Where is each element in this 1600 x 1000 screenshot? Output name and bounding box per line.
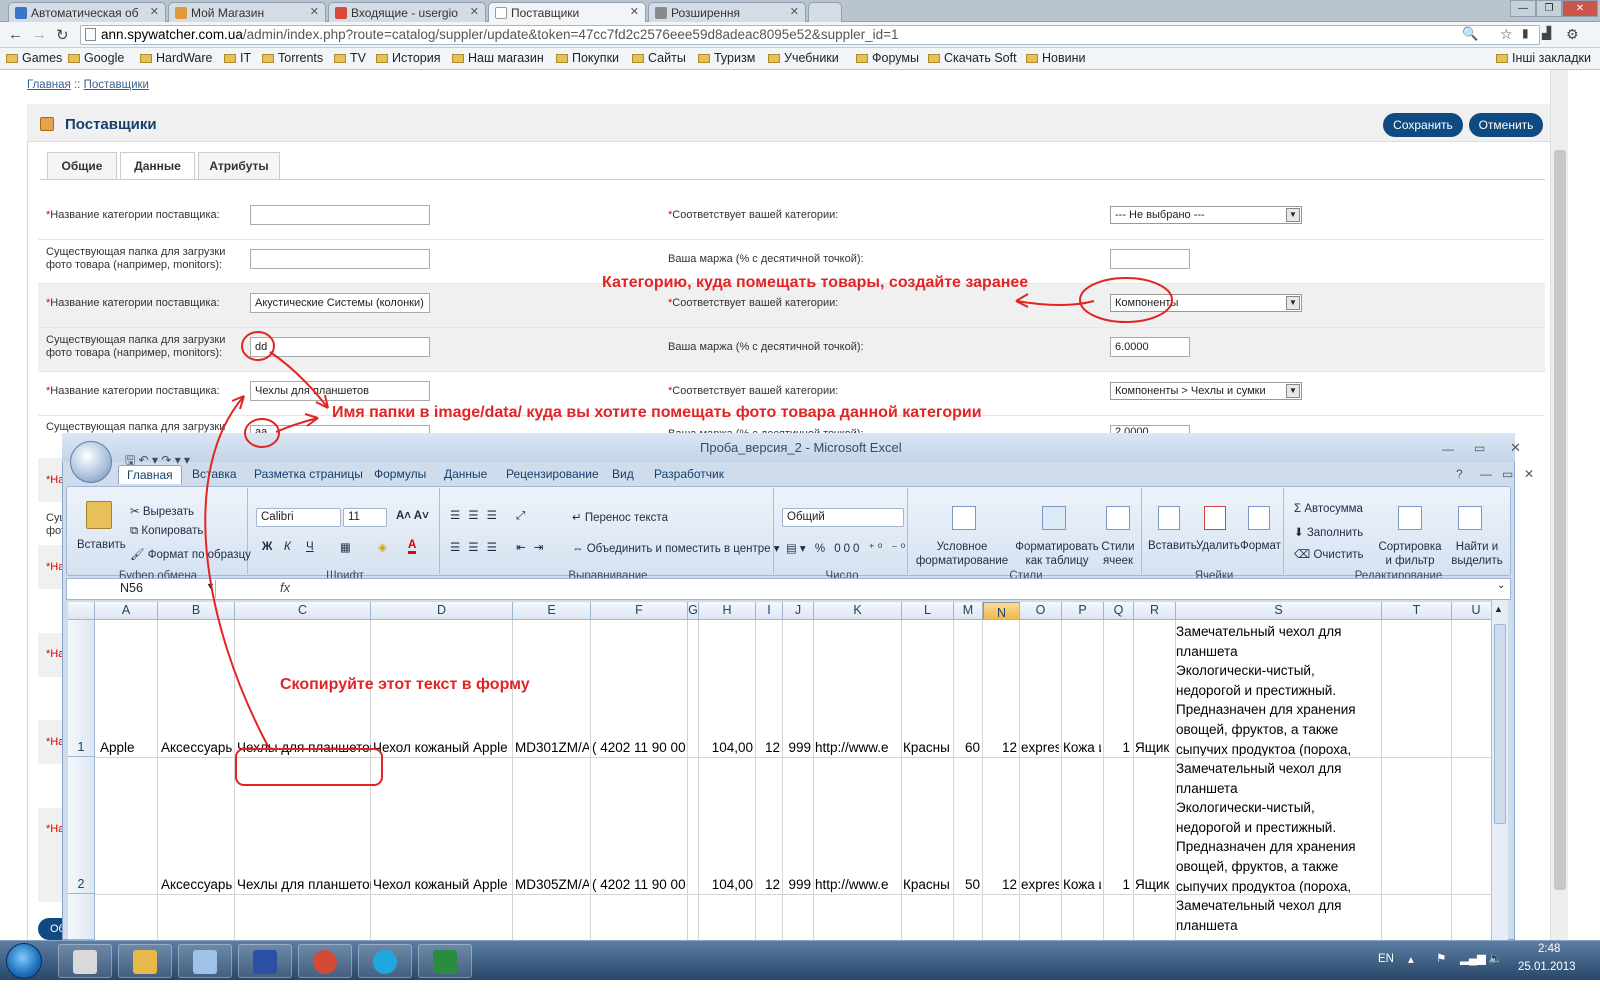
annotation-arrow <box>1015 293 1029 308</box>
annotation-copy-note: Скопируйте этот текст в форму <box>280 676 530 693</box>
network-icon[interactable]: ▂▄▆ <box>1460 951 1486 965</box>
taskbar-app-notepad[interactable] <box>178 944 232 978</box>
volume-icon[interactable]: 🔈 <box>1488 951 1502 965</box>
taskbar-app-explorer[interactable] <box>118 944 172 978</box>
annotation-arrow <box>275 417 319 433</box>
floppy-icon <box>253 950 277 974</box>
calculator-icon <box>73 950 97 974</box>
taskbar-app-skype[interactable] <box>358 944 412 978</box>
language-indicator[interactable]: EN <box>1378 953 1394 965</box>
annotation-overlay <box>204 277 1173 786</box>
taskbar-app-excel[interactable] <box>418 944 472 978</box>
flag-icon[interactable]: ⚑ <box>1436 951 1446 965</box>
annotation-category-note: Категорию, куда помещать товары, создайт… <box>602 274 1029 291</box>
annotation-arrow <box>269 351 329 409</box>
annotation-arrow <box>1015 300 1095 306</box>
annotation-folder-note: Имя папки в image/data/ куда вы хотите п… <box>332 404 982 421</box>
annotation-arrow <box>204 395 271 751</box>
start-button[interactable] <box>6 943 42 979</box>
clock-time[interactable]: 2:48 <box>1538 943 1560 955</box>
excel-icon <box>433 950 457 974</box>
folder-icon <box>133 950 157 974</box>
chevron-up-icon[interactable]: ▴ <box>1408 952 1414 966</box>
taskbar-app-chrome[interactable] <box>298 944 352 978</box>
clock-date[interactable]: 25.01.2013 <box>1518 961 1576 973</box>
notepad-icon <box>193 950 217 974</box>
highlight-ellipse <box>1079 277 1173 323</box>
highlight-ellipse <box>241 331 275 361</box>
highlight-ellipse <box>244 418 280 448</box>
highlight-box <box>235 748 383 786</box>
chrome-icon <box>313 950 337 974</box>
taskbar-app-save[interactable] <box>238 944 292 978</box>
skype-icon <box>373 950 397 974</box>
taskbar-app-calculator[interactable] <box>58 944 112 978</box>
system-tray: EN ▴ ⚑ ▂▄▆ 🔈 2:48 25.01.2013 <box>1350 940 1600 980</box>
